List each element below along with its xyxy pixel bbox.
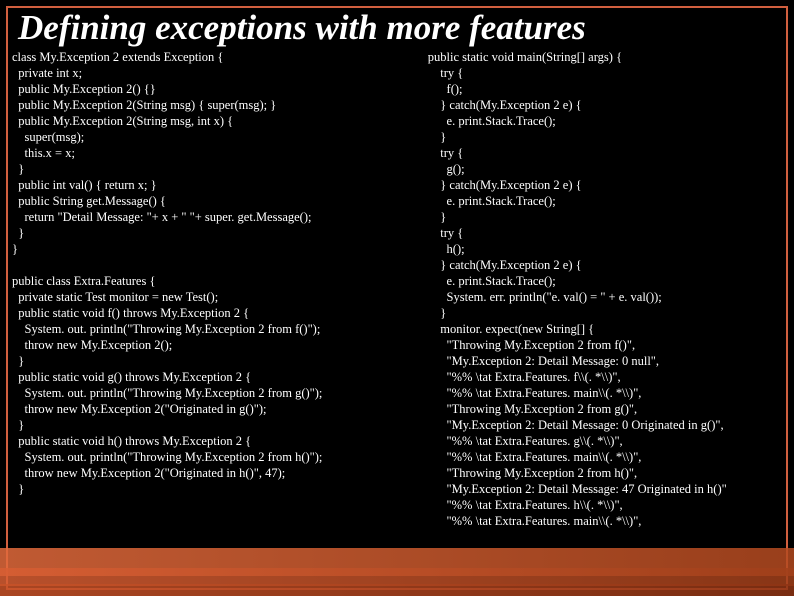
code-left-column: class My.Exception 2 extends Exception {…: [12, 49, 428, 529]
slide-container: Defining exceptions with more features c…: [6, 6, 788, 590]
slide-title: Defining exceptions with more features: [8, 8, 786, 47]
code-columns: class My.Exception 2 extends Exception {…: [8, 47, 786, 529]
code-right-column: public static void main(String[] args) {…: [428, 49, 782, 529]
